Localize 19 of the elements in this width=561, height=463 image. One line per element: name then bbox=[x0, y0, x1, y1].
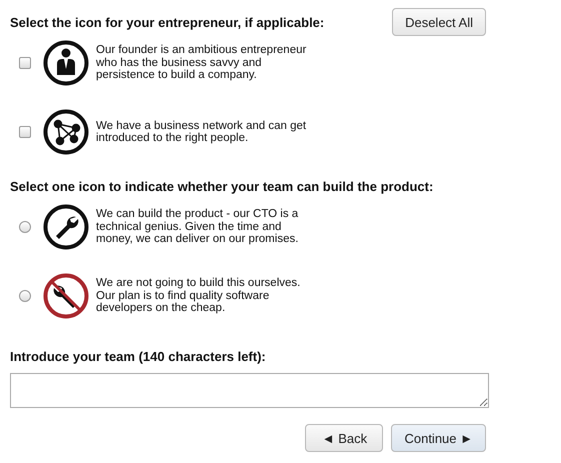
radio-button[interactable] bbox=[19, 290, 31, 302]
option-description: Our founder is an ambitious entrepreneur who has the business savvy and persistence to build a company. bbox=[96, 44, 308, 82]
back-button[interactable]: ◄ Back bbox=[305, 424, 384, 452]
option-description: We are not going to build this ourselves. Our plan is to find quality software developers on the cheap. bbox=[96, 277, 302, 315]
team-intro-field[interactable] bbox=[10, 373, 489, 408]
option-description: We have a business network and can get introduced to the right people. bbox=[96, 120, 308, 144]
no-wrench-icon bbox=[43, 273, 89, 319]
option-description: We can build the product - our CTO is a technical genius. Given the time and money, we can deliver on our promises. bbox=[96, 208, 300, 246]
checkbox[interactable] bbox=[19, 126, 31, 138]
radio-button[interactable] bbox=[19, 221, 31, 233]
deselect-all-button[interactable]: Deselect All bbox=[392, 8, 486, 36]
businessman-icon bbox=[43, 40, 89, 86]
wrench-icon bbox=[43, 204, 89, 250]
network-icon bbox=[43, 109, 89, 155]
section-heading: Select the icon for your entrepreneur, if applicable: bbox=[10, 15, 324, 30]
checkbox[interactable] bbox=[19, 57, 31, 69]
field-label: Introduce your team (140 characters left): bbox=[10, 349, 267, 364]
continue-button[interactable]: Continue ► bbox=[391, 424, 486, 452]
section-heading: Select one icon to indicate whether your team can build the product: bbox=[10, 179, 434, 194]
